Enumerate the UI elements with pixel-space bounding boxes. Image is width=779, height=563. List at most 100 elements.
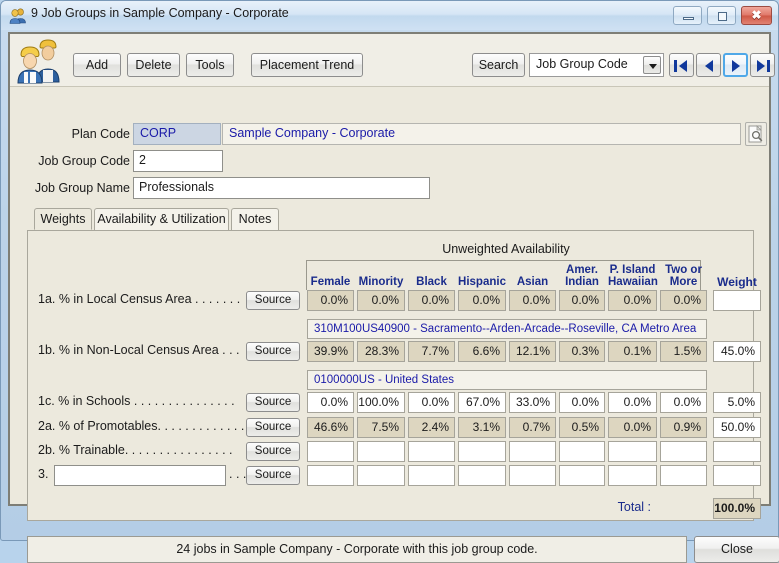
cell-r1-c2[interactable]: 7.7% [408, 341, 455, 362]
previous-record-button[interactable] [696, 53, 721, 77]
source-button-row-2b[interactable]: Source [246, 442, 300, 461]
chevron-down-icon[interactable] [643, 56, 661, 74]
cell-r0-c7[interactable]: 0.0% [660, 290, 707, 311]
cell-r3-c4[interactable]: 0.7% [509, 417, 556, 438]
weight-cell-r1[interactable]: 45.0% [713, 341, 761, 362]
cell-r3-c3[interactable]: 3.1% [458, 417, 506, 438]
weight-cell-r2[interactable]: 5.0% [713, 392, 761, 413]
row-label-1b: 1b. % in Non-Local Census Area . . . [38, 343, 240, 357]
plan-code-field[interactable]: CORP [133, 123, 221, 145]
cell-r5-c1[interactable] [357, 465, 405, 486]
next-record-button[interactable] [723, 53, 748, 77]
cell-r1-c6[interactable]: 0.1% [608, 341, 657, 362]
cell-r0-c1[interactable]: 0.0% [357, 290, 405, 311]
header-line1: Asian [516, 276, 549, 288]
source-button-row-2a[interactable]: Source [246, 418, 300, 437]
placement-trend-button[interactable]: Placement Trend [251, 53, 363, 77]
job-group-name-field[interactable]: Professionals [133, 177, 430, 199]
close-button[interactable]: ✖ [741, 6, 772, 25]
cell-r2-c5[interactable]: 0.0% [559, 392, 605, 413]
row-custom-label-input[interactable] [54, 465, 226, 486]
cell-r2-c1[interactable]: 100.0% [357, 392, 405, 413]
cell-r3-c0[interactable]: 46.6% [307, 417, 354, 438]
column-header-two-or: Two or More [660, 264, 707, 288]
cell-r2-c3[interactable]: 67.0% [458, 392, 506, 413]
job-group-code-field[interactable]: 2 [133, 150, 223, 172]
cell-r2-c7[interactable]: 0.0% [660, 392, 707, 413]
plan-lookup-button[interactable] [745, 122, 767, 146]
add-button[interactable]: Add [73, 53, 121, 77]
plan-code-label: Plan Code [71, 127, 130, 141]
tab-availability-utilization[interactable]: Availability & Utilization [94, 208, 229, 230]
cell-r1-c4[interactable]: 12.1% [509, 341, 556, 362]
row-label-2b: 2b. % Trainable. . . . . . . . . . . . .… [38, 443, 233, 457]
cell-r0-c0[interactable]: 0.0% [307, 290, 354, 311]
column-header-female: Female [307, 276, 354, 288]
cell-r4-c6[interactable] [608, 441, 657, 462]
geo-band-1: 0100000US - United States [307, 370, 707, 390]
cell-r5-c5[interactable] [559, 465, 605, 486]
close-icon: ✖ [751, 8, 762, 22]
cell-r3-c2[interactable]: 2.4% [408, 417, 455, 438]
weight-cell-r5[interactable] [713, 465, 761, 486]
window-title: 9 Job Groups in Sample Company - Corpora… [31, 6, 289, 20]
cell-r0-c3[interactable]: 0.0% [458, 290, 506, 311]
cell-r5-c0[interactable] [307, 465, 354, 486]
job-group-code-label: Job Group Code [38, 154, 130, 168]
cell-r3-c5[interactable]: 0.5% [559, 417, 605, 438]
cell-r1-c5[interactable]: 0.3% [559, 341, 605, 362]
cell-r4-c2[interactable] [408, 441, 455, 462]
weight-cell-r3[interactable]: 50.0% [713, 417, 761, 438]
cell-r5-c4[interactable] [509, 465, 556, 486]
cell-r5-c3[interactable] [458, 465, 506, 486]
weight-cell-r0[interactable] [713, 290, 761, 311]
cell-r4-c0[interactable] [307, 441, 354, 462]
cell-r1-c3[interactable]: 6.6% [458, 341, 506, 362]
last-record-button[interactable] [750, 53, 775, 77]
source-button-row-3[interactable]: Source [246, 466, 300, 485]
delete-button[interactable]: Delete [127, 53, 180, 77]
cell-r4-c4[interactable] [509, 441, 556, 462]
status-bar: 24 jobs in Sample Company - Corporate wi… [27, 536, 687, 563]
source-button-row-1c[interactable]: Source [246, 393, 300, 412]
cell-r0-c5[interactable]: 0.0% [559, 290, 605, 311]
cell-r1-c0[interactable]: 39.9% [307, 341, 354, 362]
cell-r2-c4[interactable]: 33.0% [509, 392, 556, 413]
cell-r0-c4[interactable]: 0.0% [509, 290, 556, 311]
search-field-select[interactable]: Job Group Code [529, 53, 664, 77]
cell-r3-c1[interactable]: 7.5% [357, 417, 405, 438]
tools-button[interactable]: Tools [186, 53, 234, 77]
cell-r5-c6[interactable] [608, 465, 657, 486]
cell-r1-c7[interactable]: 1.5% [660, 341, 707, 362]
close-dialog-button[interactable]: Close [694, 536, 779, 563]
cell-r1-c1[interactable]: 28.3% [357, 341, 405, 362]
cell-r3-c7[interactable]: 0.9% [660, 417, 707, 438]
tab-weights[interactable]: Weights [34, 208, 92, 230]
minimize-button[interactable] [673, 6, 702, 25]
cell-r0-c2[interactable]: 0.0% [408, 290, 455, 311]
maximize-button[interactable] [707, 6, 736, 25]
cell-r2-c6[interactable]: 0.0% [608, 392, 657, 413]
search-button[interactable]: Search [472, 53, 525, 77]
cell-r5-c2[interactable] [408, 465, 455, 486]
source-button-row-1a[interactable]: Source [246, 291, 300, 310]
source-button-row-1b[interactable]: Source [246, 342, 300, 361]
cell-r4-c1[interactable] [357, 441, 405, 462]
cell-r2-c2[interactable]: 0.0% [408, 392, 455, 413]
two-workers-icon [13, 34, 65, 84]
cell-r4-c5[interactable] [559, 441, 605, 462]
row-dots-5: . . . [229, 467, 247, 481]
first-record-icon [679, 60, 687, 72]
header-line1: Black [416, 276, 447, 288]
maximize-icon [718, 12, 727, 21]
cell-r0-c6[interactable]: 0.0% [608, 290, 657, 311]
minimize-icon [683, 17, 694, 20]
weight-cell-r4[interactable] [713, 441, 761, 462]
cell-r4-c3[interactable] [458, 441, 506, 462]
cell-r3-c6[interactable]: 0.0% [608, 417, 657, 438]
cell-r5-c7[interactable] [660, 465, 707, 486]
cell-r2-c0[interactable]: 0.0% [307, 392, 354, 413]
first-record-button[interactable] [669, 53, 694, 77]
tab-notes[interactable]: Notes [231, 208, 279, 230]
cell-r4-c7[interactable] [660, 441, 707, 462]
